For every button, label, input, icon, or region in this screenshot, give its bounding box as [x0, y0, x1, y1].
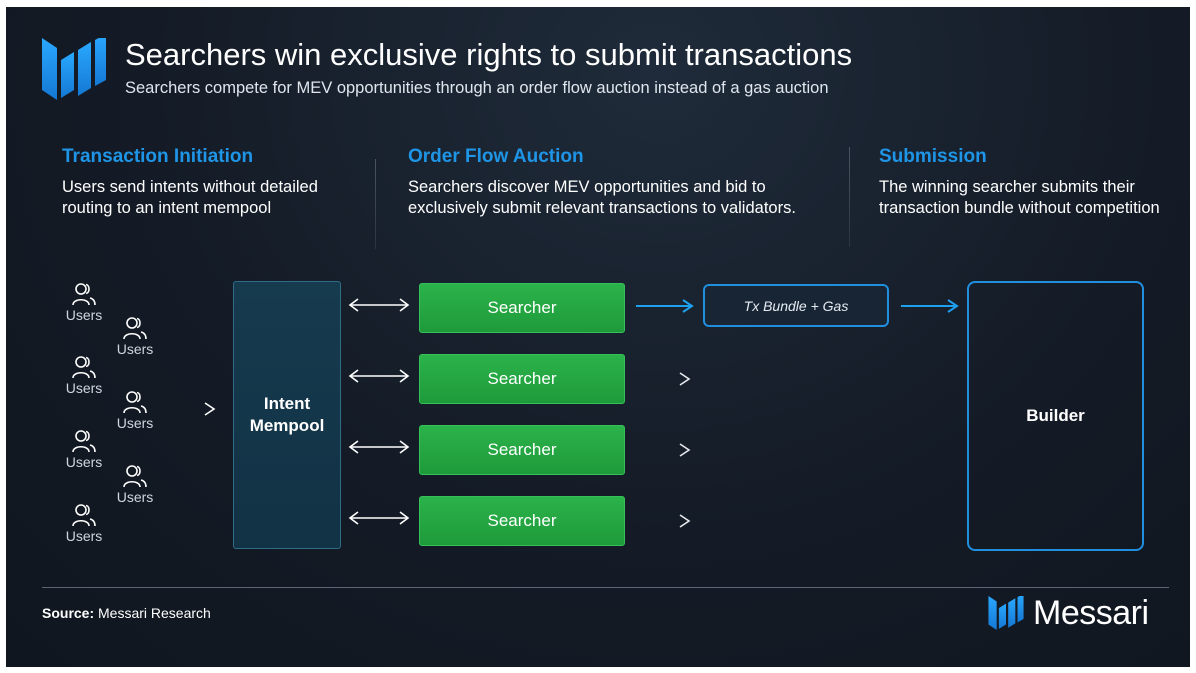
double-arrow	[348, 298, 410, 312]
flow-arrows	[161, 298, 959, 528]
double-arrow	[348, 511, 410, 525]
users-to-mempool-arrow	[161, 402, 216, 416]
bundle-to-builder-arrow	[901, 299, 959, 313]
winning-searcher-arrow	[636, 299, 694, 313]
losing-searcher-arrow	[636, 443, 691, 457]
footer-divider	[42, 587, 1169, 588]
double-arrow	[348, 369, 410, 383]
source-note: Source: Messari Research	[42, 605, 211, 621]
messari-logo-icon	[988, 596, 1024, 630]
losing-searcher-arrow	[636, 514, 691, 528]
double-arrow	[348, 440, 410, 454]
losing-searcher-arrow	[636, 372, 691, 386]
messari-brand: Messari	[987, 593, 1149, 633]
source-value: Messari Research	[98, 605, 211, 621]
source-label: Source:	[42, 605, 95, 621]
brand-name: Messari	[1033, 593, 1149, 632]
infographic: Searchers win exclusive rights to submit…	[6, 7, 1190, 667]
